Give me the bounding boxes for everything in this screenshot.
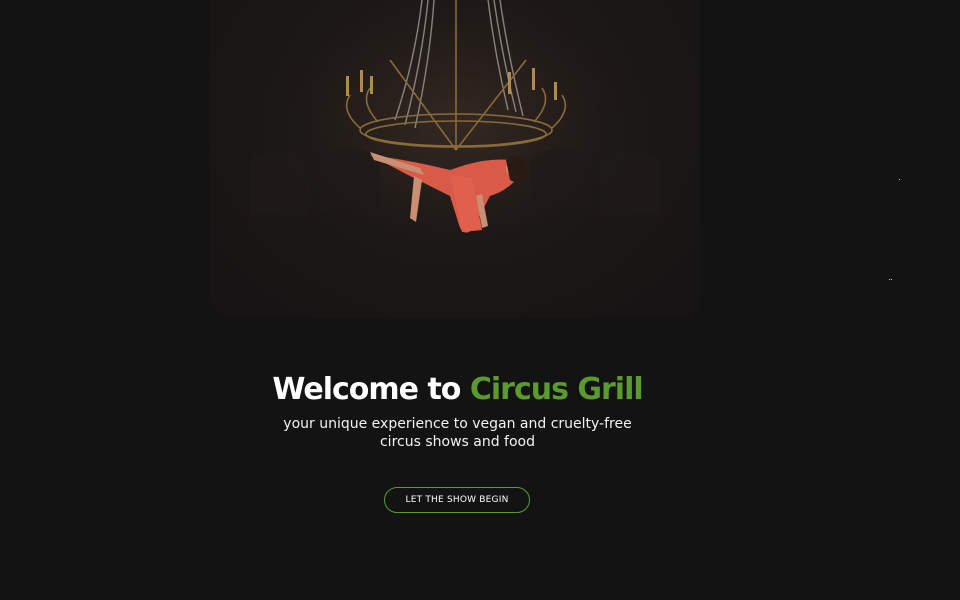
decorative-speck [891,279,892,280]
hero-image-chandelier-performer [210,0,700,318]
let-the-show-begin-button[interactable]: LET THE SHOW BEGIN [384,487,530,513]
decorative-speck [889,279,890,280]
landing-page: Welcome to Circus Grill your unique expe… [0,0,960,600]
hero-title-prefix: Welcome to [272,372,461,407]
hero-tagline-line2: circus shows and food [379,434,535,450]
decorative-speck [899,179,900,180]
hero-tagline: your unique experience to vegan and crue… [0,415,915,451]
hero-tagline-line1: your unique experience to vegan and crue… [283,416,632,432]
hero-title: Welcome to Circus Grill [0,372,915,407]
hero-title-brand: Circus Grill [469,372,644,407]
